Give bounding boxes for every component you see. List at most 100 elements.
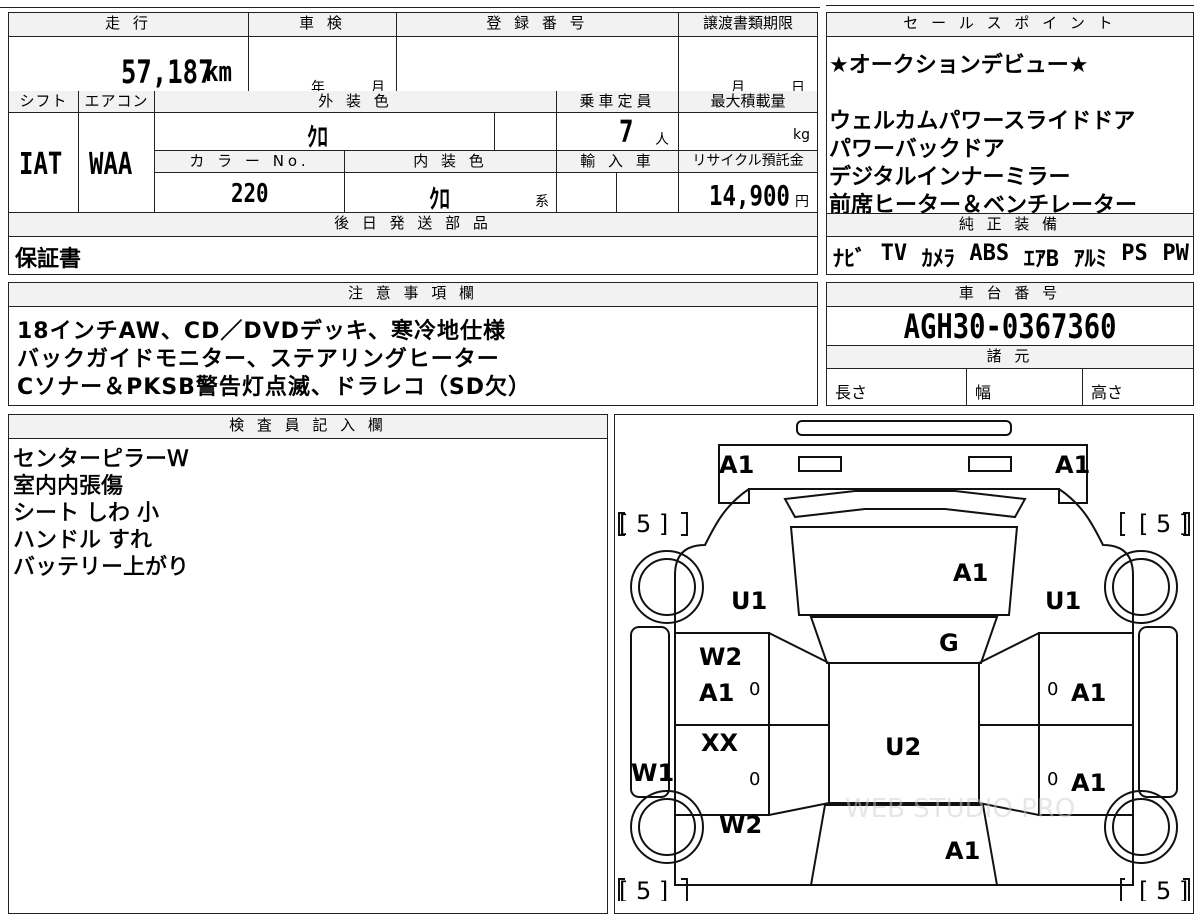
mark-zero: 0 — [1047, 679, 1058, 700]
exterior-color-value: ｸﾛ — [307, 123, 328, 153]
inspector-line: センターピラーW — [13, 447, 189, 473]
max-load-header: 最大積載量 — [679, 91, 817, 113]
mark-roof: U2 — [885, 733, 921, 761]
top-right-strip — [826, 0, 1194, 6]
inspector-header: 検 査 員 記 入 欄 — [9, 415, 607, 439]
note-line: 18インチAW、CD／DVDデッキ、寒冷地仕様 — [17, 319, 506, 344]
width-label: 幅 — [975, 383, 992, 402]
width-cell: 幅 — [967, 369, 1083, 405]
recycle-header: リサイクル預託金 — [679, 151, 817, 173]
inspector-line: 室内内張傷 — [13, 474, 124, 500]
damage-diagram-box: A1 A1 [ 5 ] [ 5 ] [ 5 ] [ 5 ] A1 U1 U1 G… — [614, 414, 1194, 914]
interior-color-value: ｸﾛ — [429, 185, 450, 215]
color-no-header: カ ラ ー No. — [155, 151, 345, 173]
length-label: 長さ — [835, 383, 868, 402]
height-label: 高さ — [1091, 383, 1124, 402]
notes-box: 注 意 事 項 欄 18インチAW、CD／DVDデッキ、寒冷地仕様 バックガイド… — [8, 282, 818, 406]
equipment-item: PW — [1162, 241, 1189, 266]
exterior-color-cell: ｸﾛ — [155, 113, 495, 153]
equipment-item: PS — [1121, 241, 1148, 266]
equipment-item: ｱﾙﾐ — [1073, 247, 1107, 272]
transfer-deadline-header: 譲渡書類期限 — [679, 13, 817, 37]
inspector-box: 検 査 員 記 入 欄 センターピラーW 室内内張傷 シート しわ 小 ハンドル… — [8, 414, 608, 914]
equipment-item: ABS — [969, 241, 1010, 266]
capacity-cell: 7 人 — [557, 113, 679, 151]
height-cell: 高さ — [1083, 369, 1193, 405]
wheel-rr-shape — [1112, 798, 1170, 856]
mark-zero: 0 — [1047, 769, 1058, 790]
mark-rear-quarter-left: W2 — [719, 811, 762, 839]
sales-point-line: デジタルインナーミラー — [829, 165, 1071, 190]
chassis-number: AGH30-0367360 — [903, 307, 1117, 347]
color-no-value: 220 — [231, 179, 269, 209]
note-line: バックガイドモニター、ステアリングヒーター — [17, 347, 500, 372]
recycle-value: 14,900 — [709, 179, 790, 212]
equipment-item: ｴｱB — [1023, 247, 1060, 272]
note-line: Cソナー＆PKSB警告灯点滅、ドラレコ（SD欠） — [17, 375, 532, 400]
later-parts-value: 保証書 — [15, 247, 82, 272]
mark-front-right: A1 — [1055, 451, 1090, 479]
shift-header: シフト — [9, 91, 79, 113]
chassis-number-cell: AGH30-0367360 — [827, 307, 1193, 347]
capacity-header: 乗車定員 — [557, 91, 679, 113]
import-cell-b — [617, 173, 679, 213]
mark-rear: A1 — [945, 837, 980, 865]
mark-fender-right: U1 — [1045, 587, 1081, 615]
exterior-color-extra-cell — [495, 113, 557, 151]
interior-color-cell: ｸﾛ 系 — [345, 173, 557, 215]
aircon-cell: WAA — [79, 113, 155, 213]
inspector-line: ハンドル すれ — [13, 528, 153, 554]
mark-fender-left: U1 — [731, 587, 767, 615]
equipment-item: ｶﾒﾗ — [921, 247, 955, 272]
sales-point-line: パワーバックドア — [829, 137, 1005, 162]
import-header: 輸 入 車 — [557, 151, 679, 173]
wheel-fr-shape — [1112, 558, 1170, 616]
recycle-unit: 円 — [795, 194, 809, 210]
notes-header: 注 意 事 項 欄 — [9, 283, 817, 307]
import-cell-a — [557, 173, 617, 213]
wheel-rl-shape — [638, 798, 696, 856]
mark-front-door-right: A1 — [1071, 679, 1106, 707]
windshield-shape — [809, 616, 999, 664]
inspector-line: バッテリー上がり — [13, 555, 190, 581]
mark-front-left: A1 — [719, 451, 754, 479]
mileage-unit: km — [205, 55, 232, 88]
mark-hood: A1 — [953, 559, 988, 587]
mark-sill-left: W1 — [631, 759, 674, 787]
color-no-cell: 220 — [155, 173, 345, 213]
mark-tire-fr: [ 5 ] — [1139, 510, 1188, 538]
sales-points-box: セ ー ル ス ポ イ ン ト ★オークションデビュー★ ウェルカムパワースライ… — [826, 12, 1194, 275]
front-bumper-shape — [796, 420, 1012, 436]
grille-shape — [783, 490, 1027, 519]
mark-tire-rl: [ 5 ] — [619, 877, 668, 901]
length-cell: 長さ — [827, 369, 967, 405]
sales-point-line: 前席ヒーター＆ベンチレーター — [829, 193, 1138, 218]
sales-point-line: ★オークションデビュー★ — [829, 53, 1089, 78]
mark-front-door-left-1: W2 — [699, 643, 742, 671]
vehicle-info-table: 走 行 車 検 登 録 番 号 譲渡書類期限 57,187 km 年 月 月 日… — [8, 12, 818, 275]
sill-right-shape — [1138, 626, 1178, 798]
interior-color-unit: 系 — [535, 194, 549, 210]
sales-points-list: ★オークションデビュー★ ウェルカムパワースライドドア パワーバックドア デジタ… — [829, 47, 1191, 218]
recycle-cell: 14,900 円 — [679, 173, 817, 213]
sales-point-line: ウェルカムパワースライドドア — [829, 109, 1136, 134]
capacity-value: 7 — [619, 115, 634, 150]
exterior-color-header: 外 装 色 — [155, 91, 557, 113]
aircon-value: WAA — [89, 147, 133, 182]
mileage-header: 走 行 — [9, 13, 249, 37]
front-frame-shape — [718, 444, 1088, 504]
equipment-item: TV — [880, 241, 908, 266]
headlight-right-shape — [968, 456, 1012, 472]
shift-value: IAT — [19, 147, 63, 182]
interior-color-header: 内 装 色 — [345, 151, 557, 173]
sales-points-header: セ ー ル ス ポ イ ン ト — [827, 13, 1193, 37]
chassis-header: 車 台 番 号 — [827, 283, 1193, 307]
sales-point-line — [829, 75, 1191, 103]
watermark: WEB STUDIO PRO — [845, 794, 1075, 824]
equipment-item: ﾅﾋﾞ — [833, 247, 867, 272]
later-parts-header: 後 日 発 送 部 品 — [9, 213, 817, 237]
mark-rear-door-right: A1 — [1071, 769, 1106, 797]
mark-rear-door-left: XX — [701, 729, 739, 757]
max-load-unit: kg — [793, 127, 810, 143]
aircon-header: エアコン — [79, 91, 155, 113]
